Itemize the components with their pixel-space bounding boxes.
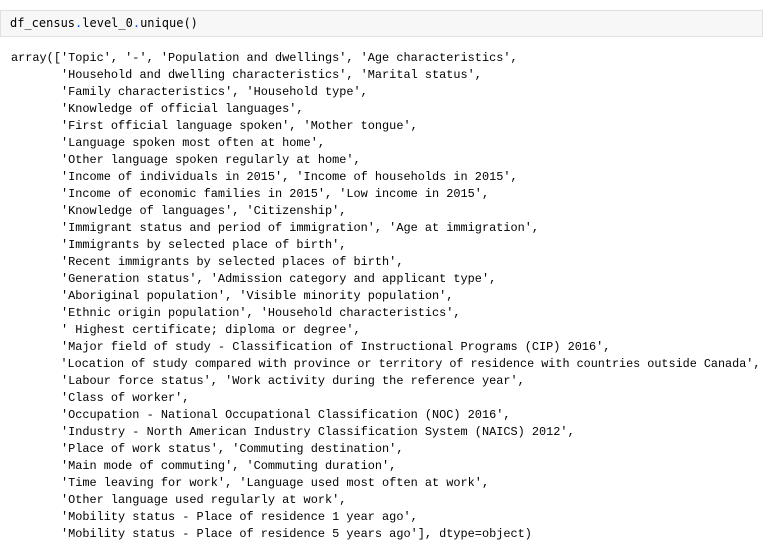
output-line: 'Aboriginal population', 'Visible minori… xyxy=(11,289,454,303)
output-line: 'Other language spoken regularly at home… xyxy=(11,153,361,167)
output-line: 'Place of work status', 'Commuting desti… xyxy=(11,442,404,456)
output-line: 'Knowledge of official languages', xyxy=(11,102,304,116)
output-line: 'Occupation - National Occupational Clas… xyxy=(11,408,511,422)
code-input-cell[interactable]: df_census.level_0.unique() xyxy=(0,10,763,37)
cell-output: array(['Topic', '-', 'Population and dwe… xyxy=(11,50,763,560)
output-line: 'Income of individuals in 2015', 'Income… xyxy=(11,170,518,184)
output-line: 'Industry - North American Industry Clas… xyxy=(11,425,575,439)
output-line: 'Ethnic origin population', 'Household c… xyxy=(11,306,461,320)
output-line: 'Main mode of commuting', 'Commuting dur… xyxy=(11,459,397,473)
output-line: 'Class of worker', xyxy=(11,391,190,405)
output-line: 'Other language used regularly at work', xyxy=(11,493,347,507)
output-line: 'Generation status', 'Admission category… xyxy=(11,272,497,286)
code-attribute-name: level_0 xyxy=(82,16,133,30)
output-line: 'Mobility status - Place of residence 1 … xyxy=(11,510,418,524)
output-line: 'Time leaving for work', 'Language used … xyxy=(11,476,490,490)
output-line: 'Immigrant status and period of immigrat… xyxy=(11,221,540,235)
output-line: 'Household and dwelling characteristics'… xyxy=(11,68,482,82)
output-line: 'Recent immigrants by selected places of… xyxy=(11,255,404,269)
code-call-parens: () xyxy=(183,16,198,30)
output-line: 'Knowledge of languages', 'Citizenship', xyxy=(11,204,347,218)
output-line: 'Income of economic families in 2015', '… xyxy=(11,187,490,201)
code-method-name: unique xyxy=(140,16,184,30)
code-dot-operator: . xyxy=(132,16,141,30)
output-line: 'Immigrants by selected place of birth', xyxy=(11,238,347,252)
output-line: 'Family characteristics', 'Household typ… xyxy=(11,85,368,99)
output-line: ' Highest certificate; diploma or degree… xyxy=(11,323,361,337)
output-line: 'Location of study compared with provinc… xyxy=(11,357,761,371)
output-line: 'Language spoken most often at home', xyxy=(11,136,325,150)
output-line: 'Labour force status', 'Work activity du… xyxy=(11,374,525,388)
code-object-name: df_census xyxy=(10,16,76,30)
output-line: 'Major field of study - Classification o… xyxy=(11,340,611,354)
output-line: 'First official language spoken', 'Mothe… xyxy=(11,119,418,133)
output-line: array(['Topic', '-', 'Population and dwe… xyxy=(11,51,518,65)
output-line: 'Mobility status - Place of residence 5 … xyxy=(11,527,532,541)
